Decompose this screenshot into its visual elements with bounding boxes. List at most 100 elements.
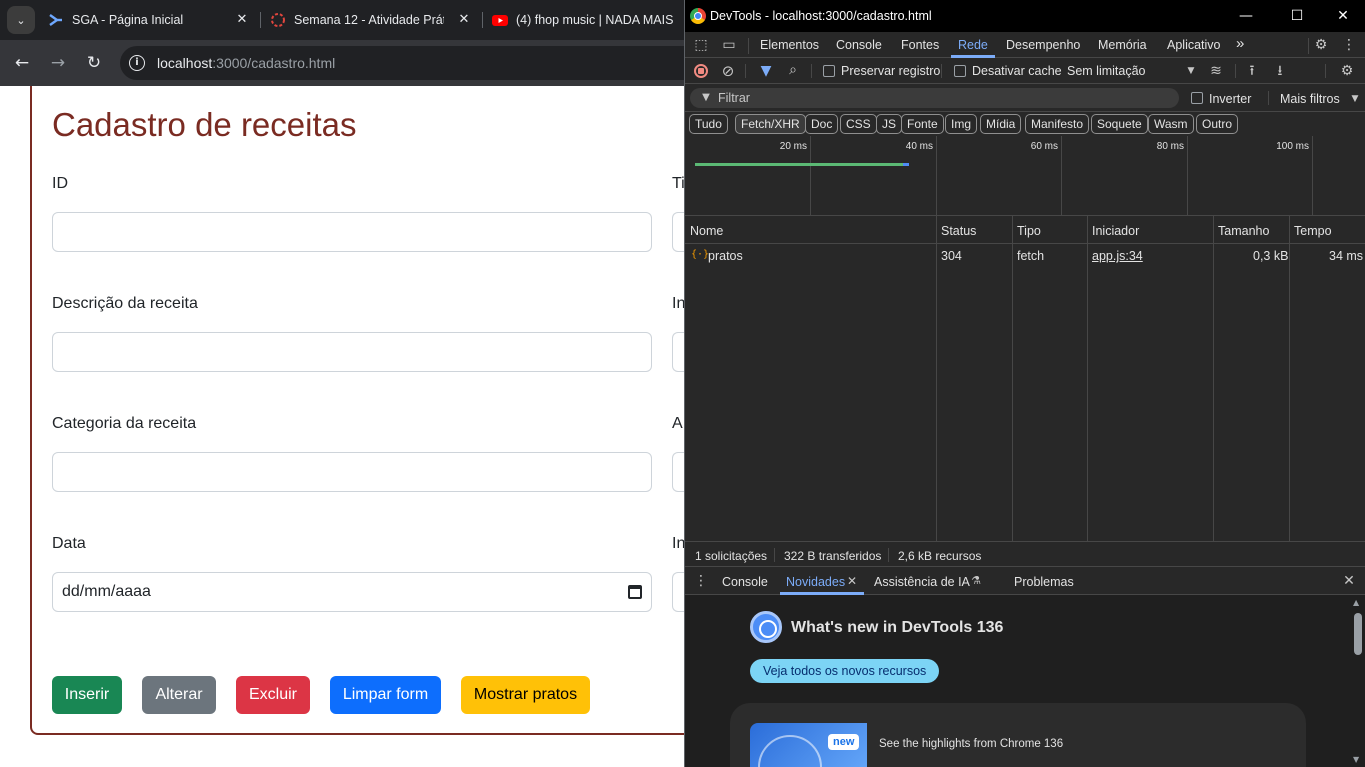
chip-css[interactable]: CSS <box>840 114 877 134</box>
url-text: localhost:3000/cadastro.html <box>157 55 336 71</box>
tab-fontes[interactable]: Fontes <box>901 38 939 52</box>
data-label: Data <box>52 535 86 552</box>
scroll-down-icon[interactable]: ▼ <box>1353 755 1359 764</box>
device-toolbar-icon[interactable]: ▭ <box>720 36 738 54</box>
tab-title: SGA - Página Inicial <box>72 13 184 27</box>
column-header-nome[interactable]: Nome <box>690 224 723 238</box>
resources-size: 2,6 kB recursos <box>898 549 982 563</box>
tab-aplicativo[interactable]: Aplicativo <box>1167 38 1221 52</box>
maximize-icon[interactable]: ☐ <box>1285 6 1309 26</box>
close-icon[interactable]: ✕ <box>456 12 472 28</box>
address-bar[interactable]: i localhost:3000/cadastro.html <box>120 46 740 80</box>
request-name[interactable]: pratos <box>708 249 743 263</box>
tab-elementos[interactable]: Elementos <box>760 38 819 52</box>
drawer-tab-problemas[interactable]: Problemas <box>1014 575 1074 589</box>
throttling-select[interactable]: Sem limitação <box>1067 64 1146 78</box>
excluir-button[interactable]: Excluir <box>236 676 310 714</box>
calendar-icon[interactable] <box>628 585 642 599</box>
chip-soquete[interactable]: Soquete <box>1091 114 1148 134</box>
inspect-element-icon[interactable]: ⬚ <box>692 36 710 54</box>
forward-icon[interactable]: → <box>46 51 70 75</box>
tab-search-button[interactable]: ⌄ <box>7 6 35 34</box>
back-icon[interactable]: ← <box>10 51 34 75</box>
tab-desempenho[interactable]: Desempenho <box>1006 38 1080 52</box>
devtools-logo-icon <box>750 611 782 643</box>
data-input[interactable]: dd/mm/aaaa <box>52 572 652 612</box>
reload-icon[interactable]: ↻ <box>82 51 106 75</box>
mostrar-pratos-button[interactable]: Mostrar pratos <box>461 676 590 714</box>
categoria-input[interactable] <box>52 452 652 492</box>
tab-console[interactable]: Console <box>836 38 882 52</box>
column-header-iniciador[interactable]: Iniciador <box>1092 224 1139 238</box>
more-panels-icon[interactable]: » <box>1236 35 1244 52</box>
column-header-tempo[interactable]: Tempo <box>1294 224 1332 238</box>
filter-funnel-icon: ▼ <box>702 92 710 103</box>
export-har-icon[interactable]: ⭳ <box>1271 62 1289 80</box>
chip-midia[interactable]: Mídia <box>980 114 1022 134</box>
network-settings-gear-icon[interactable]: ⚙ <box>1338 62 1356 80</box>
chip-fonte[interactable]: Fonte <box>901 114 944 134</box>
limpar-form-button[interactable]: Limpar form <box>330 676 441 714</box>
chip-js[interactable]: JS <box>876 114 903 134</box>
network-overview-timeline[interactable]: 20 ms 40 ms 60 ms 80 ms 100 ms <box>685 136 1365 216</box>
descricao-input[interactable] <box>52 332 652 372</box>
dropdown-arrow-icon[interactable]: ▼ <box>1346 90 1364 108</box>
chip-tudo[interactable]: Tudo <box>689 114 728 134</box>
search-icon[interactable]: ⌕ <box>784 61 802 79</box>
devtools-window: DevTools - localhost:3000/cadastro.html … <box>684 0 1365 767</box>
tab-sga[interactable]: SGA - Página Inicial ✕ <box>38 4 260 36</box>
network-conditions-icon[interactable]: ≋ <box>1207 62 1225 80</box>
chip-wasm[interactable]: Wasm <box>1148 114 1194 134</box>
chip-manifesto[interactable]: Manifesto <box>1025 114 1090 134</box>
drawer-tab-assistencia-ia[interactable]: Assistência de IA <box>874 575 970 589</box>
filter-input[interactable]: ▼ Filtrar <box>690 88 1179 108</box>
column-header-tipo[interactable]: Tipo <box>1017 224 1041 238</box>
right-column-label: A <box>672 415 683 432</box>
import-har-icon[interactable]: ⭱ <box>1243 62 1261 80</box>
transferred-size: 322 B transferidos <box>784 549 882 563</box>
dropdown-arrow-icon[interactable]: ▼ <box>1182 62 1200 80</box>
close-tab-icon[interactable]: ✕ <box>843 572 861 590</box>
settings-gear-icon[interactable]: ⚙ <box>1312 36 1330 54</box>
tab-memoria[interactable]: Memória <box>1098 38 1147 52</box>
disable-cache-checkbox[interactable] <box>954 65 966 77</box>
whats-new-title: What's new in DevTools 136 <box>791 619 1004 636</box>
scroll-up-icon[interactable]: ▲ <box>1353 598 1359 607</box>
request-initiator-link[interactable]: app.js:34 <box>1092 249 1143 263</box>
drawer-tab-console[interactable]: Console <box>722 575 768 589</box>
scroll-thumb[interactable] <box>1354 613 1362 655</box>
clear-icon[interactable]: ⊘ <box>719 62 737 80</box>
column-header-status[interactable]: Status <box>941 224 976 238</box>
site-info-icon[interactable]: i <box>129 55 145 71</box>
id-input[interactable] <box>52 212 652 252</box>
drawer-scrollbar[interactable]: ▲ ▼ <box>1350 595 1365 767</box>
request-status: 304 <box>941 249 962 263</box>
see-all-features-button[interactable]: Veja todos os novos recursos <box>750 659 940 683</box>
more-options-icon[interactable]: ⋮ <box>1340 36 1358 54</box>
chip-outro[interactable]: Outro <box>1196 114 1239 134</box>
close-drawer-icon[interactable]: ✕ <box>1340 572 1358 590</box>
chip-img[interactable]: Img <box>945 114 978 134</box>
close-icon[interactable]: ✕ <box>1331 6 1355 26</box>
more-filters-dropdown[interactable]: Mais filtros <box>1280 92 1340 106</box>
tab-semana-12[interactable]: Semana 12 - Atividade Prática ✕ <box>260 4 482 36</box>
alterar-button[interactable]: Alterar <box>142 676 216 714</box>
preserve-log-checkbox[interactable] <box>823 65 835 77</box>
chip-doc[interactable]: Doc <box>805 114 839 134</box>
inserir-button[interactable]: Inserir <box>52 676 122 714</box>
record-stop-icon[interactable] <box>694 64 708 78</box>
tab-title: Semana 12 - Atividade Prática <box>294 13 444 27</box>
chip-fetch-xhr[interactable]: Fetch/XHR <box>735 114 806 134</box>
highlight-card[interactable]: new See the highlights from Chrome 136 <box>730 703 1306 767</box>
minimize-icon[interactable]: — <box>1234 6 1258 26</box>
form-card <box>30 86 690 735</box>
drawer-menu-icon[interactable]: ⋮ <box>692 572 710 590</box>
invert-checkbox[interactable] <box>1191 92 1203 104</box>
column-header-tamanho[interactable]: Tamanho <box>1218 224 1269 238</box>
highlight-text: See the highlights from Chrome 136 <box>879 738 1064 750</box>
filter-funnel-icon[interactable]: ▼ <box>757 62 775 80</box>
close-icon[interactable]: ✕ <box>234 12 250 28</box>
tab-youtube[interactable]: (4) fhop music | NADA MAIS <box>482 4 684 36</box>
drawer-tab-novidades[interactable]: Novidades <box>786 575 845 589</box>
tab-rede[interactable]: Rede <box>958 38 988 52</box>
